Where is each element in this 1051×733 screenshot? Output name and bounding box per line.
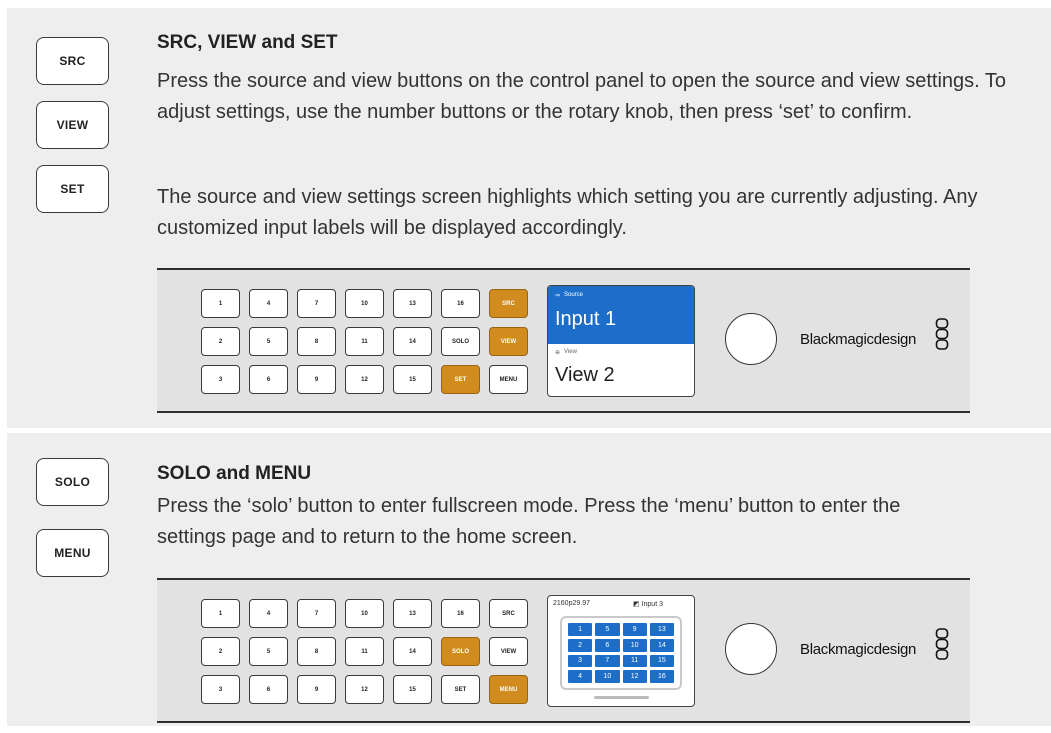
multiview-tile: 1 [568, 623, 593, 636]
headphones-icon: ◩ [633, 601, 640, 608]
solo-button-illustration: SOLO [36, 458, 109, 506]
rotary-knob [725, 313, 777, 365]
set-button-illustration: SET [36, 165, 109, 213]
panel-button-9: 9 [297, 675, 336, 704]
lcd-view-value: View 2 [555, 364, 615, 386]
menu-button-illustration: MENU [36, 529, 109, 577]
panel-button-1: 1 [201, 599, 240, 628]
multiview-tile: 16 [649, 670, 674, 683]
panel-button-solo: SOLO [441, 637, 480, 666]
lcd-status-bar: 2160p29.97 ◩ Input 3 [553, 600, 689, 608]
view-button-illustration: VIEW [36, 101, 109, 149]
panel-button-4: 4 [249, 289, 288, 318]
lcd-source-label: Source [564, 292, 584, 298]
panel-button-14: 14 [393, 327, 432, 356]
panel-button-set: SET [441, 365, 480, 394]
panel-button-view: VIEW [489, 637, 528, 666]
brand-name: Blackmagicdesign [800, 331, 917, 348]
multiview-tile: 9 [622, 623, 647, 636]
brand-name: Blackmagicdesign [800, 641, 917, 658]
panel-button-6: 6 [249, 675, 288, 704]
panel-button-16: 16 [441, 289, 480, 318]
panel-button-src: SRC [489, 599, 528, 628]
lcd-view-label: View [564, 349, 577, 355]
multiview-tile: 10 [595, 670, 620, 683]
multiview-tile: 3 [568, 654, 593, 668]
section-src-view-set: SRC VIEW SET SRC, VIEW and SET Press the… [7, 8, 1051, 428]
panel-button-15: 15 [393, 365, 432, 394]
multiview-tile: 14 [649, 638, 674, 652]
panel-button-3: 3 [201, 365, 240, 394]
panel-button-menu: MENU [489, 675, 528, 704]
section-heading: SRC, VIEW and SET [157, 32, 338, 53]
multiview-grid: 1 5 9 13 2 6 10 14 3 7 11 15 4 10 12 16 [560, 616, 682, 690]
section-paragraph: The source and view settings screen high… [157, 186, 978, 239]
panel-button-9: 9 [297, 365, 336, 394]
section-solo-menu: SOLO MENU SOLO and MENU Press the ‘solo’… [7, 433, 1051, 726]
panel-button-src: SRC [489, 289, 528, 318]
panel-button-2: 2 [201, 637, 240, 666]
lcd-audio-input: Input 3 [641, 601, 663, 608]
blackmagic-logo-icon [935, 318, 949, 350]
panel-button-8: 8 [297, 637, 336, 666]
lcd-format: 2160p29.97 [553, 600, 590, 607]
multiview-tile: 12 [622, 670, 647, 683]
control-panel-illustration: ⇒ Source Input 1 ⊕ View View 2 Blackmagi… [157, 268, 970, 413]
lcd-source-area: ⇒ Source Input 1 [548, 286, 694, 344]
panel-button-7: 7 [297, 599, 336, 628]
panel-button-15: 15 [393, 675, 432, 704]
panel-button-13: 13 [393, 289, 432, 318]
section-paragraph: Press the ‘solo’ button to enter fullscr… [157, 495, 901, 548]
lcd-source-value: Input 1 [555, 308, 617, 330]
panel-button-12: 12 [345, 365, 384, 394]
section-paragraph: Press the source and view buttons on the… [157, 70, 1007, 123]
panel-button-5: 5 [249, 637, 288, 666]
panel-button-6: 6 [249, 365, 288, 394]
multiview-tile: 4 [568, 670, 593, 683]
multiview-tile: 15 [649, 654, 674, 668]
panel-button-11: 11 [345, 637, 384, 666]
view-icon: ⊕ [555, 350, 561, 356]
control-panel-illustration: 2160p29.97 ◩ Input 3 1 5 9 13 2 6 10 14 3 7 11 15 4 1… [157, 578, 970, 723]
panel-button-10: 10 [345, 599, 384, 628]
multiview-tile: 13 [649, 623, 674, 636]
src-button-illustration: SRC [36, 37, 109, 85]
panel-button-set: SET [441, 675, 480, 704]
panel-button-4: 4 [249, 599, 288, 628]
panel-button-11: 11 [345, 327, 384, 356]
section-heading: SOLO and MENU [157, 463, 312, 484]
panel-button-1: 1 [201, 289, 240, 318]
panel-button-2: 2 [201, 327, 240, 356]
panel-button-16: 16 [441, 599, 480, 628]
multiview-tile: 2 [568, 638, 593, 652]
blackmagic-logo-icon [935, 628, 949, 660]
rotary-knob [725, 623, 777, 675]
lcd-screen: 2160p29.97 ◩ Input 3 1 5 9 13 2 6 10 14 3 7 11 15 4 1… [547, 595, 695, 707]
panel-button-menu: MENU [489, 365, 528, 394]
panel-button-view: VIEW [489, 327, 528, 356]
panel-button-13: 13 [393, 599, 432, 628]
multiview-tile: 7 [595, 654, 620, 668]
panel-button-7: 7 [297, 289, 336, 318]
lcd-page-indicator [594, 696, 649, 699]
panel-button-14: 14 [393, 637, 432, 666]
panel-button-12: 12 [345, 675, 384, 704]
panel-button-8: 8 [297, 327, 336, 356]
panel-button-5: 5 [249, 327, 288, 356]
multiview-tile: 11 [622, 654, 647, 668]
panel-button-10: 10 [345, 289, 384, 318]
multiview-tile: 10 [622, 638, 647, 652]
source-icon: ⇒ [555, 293, 561, 299]
panel-button-3: 3 [201, 675, 240, 704]
multiview-tile: 5 [595, 623, 620, 636]
panel-button-solo: SOLO [441, 327, 480, 356]
lcd-screen: ⇒ Source Input 1 ⊕ View View 2 [547, 285, 695, 397]
multiview-tile: 6 [595, 638, 620, 652]
lcd-view-area: ⊕ View View 2 [548, 344, 694, 396]
